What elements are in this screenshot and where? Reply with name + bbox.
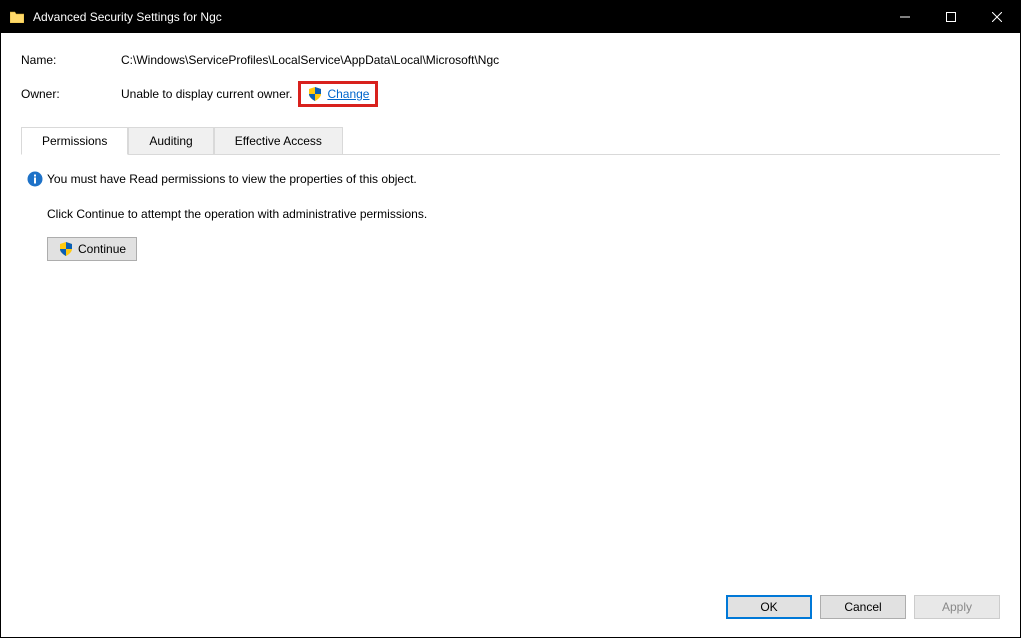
continue-label: Continue (78, 242, 126, 256)
owner-value-wrap: Unable to display current owner. Change (121, 81, 378, 107)
owner-row: Owner: Unable to display current owner. … (21, 81, 1000, 107)
apply-button[interactable]: Apply (914, 595, 1000, 619)
close-button[interactable] (974, 1, 1020, 33)
continue-button[interactable]: Continue (47, 237, 137, 261)
ok-button[interactable]: OK (726, 595, 812, 619)
name-row: Name: C:\Windows\ServiceProfiles\LocalSe… (21, 53, 1000, 67)
owner-label: Owner: (21, 87, 121, 101)
tab-permissions[interactable]: Permissions (21, 127, 128, 155)
instruction-text: Click Continue to attempt the operation … (47, 207, 994, 221)
titlebar: Advanced Security Settings for Ngc (1, 1, 1020, 33)
window-controls (882, 1, 1020, 33)
window-frame: Advanced Security Settings for Ngc Name:… (0, 0, 1021, 638)
window-title: Advanced Security Settings for Ngc (33, 10, 882, 24)
name-value: C:\Windows\ServiceProfiles\LocalService\… (121, 53, 499, 67)
folder-icon (9, 9, 25, 25)
tab-effective-access[interactable]: Effective Access (214, 127, 343, 154)
dialog-footer: OK Cancel Apply (1, 583, 1020, 637)
shield-icon (307, 86, 323, 102)
tab-strip: Permissions Auditing Effective Access (21, 127, 1000, 155)
shield-icon (58, 241, 74, 257)
tab-content: You must have Read permissions to view t… (21, 155, 1000, 583)
cancel-button[interactable]: Cancel (820, 595, 906, 619)
warning-text: You must have Read permissions to view t… (47, 172, 417, 186)
minimize-button[interactable] (882, 1, 928, 33)
change-owner-link[interactable]: Change (327, 87, 369, 101)
warning-line: You must have Read permissions to view t… (27, 171, 994, 187)
content-area: Name: C:\Windows\ServiceProfiles\LocalSe… (1, 33, 1020, 583)
owner-value: Unable to display current owner. (121, 87, 292, 101)
tab-auditing[interactable]: Auditing (128, 127, 213, 154)
info-icon (27, 171, 43, 187)
maximize-button[interactable] (928, 1, 974, 33)
change-highlight: Change (298, 81, 378, 107)
name-label: Name: (21, 53, 121, 67)
